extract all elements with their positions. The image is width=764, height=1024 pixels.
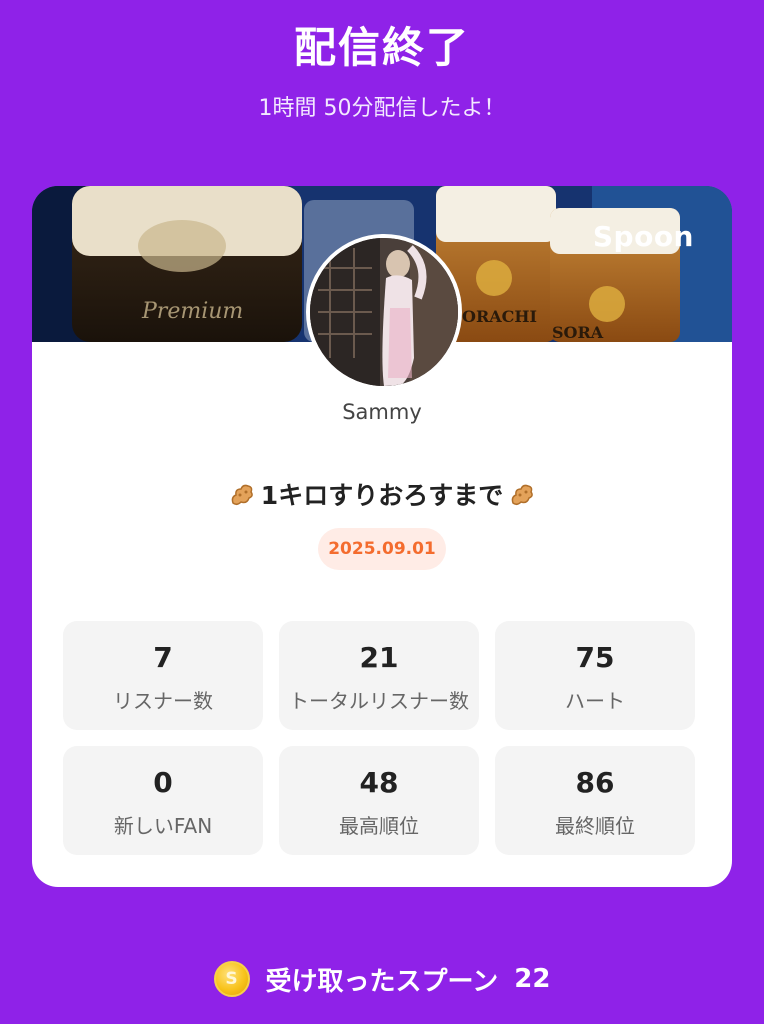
spoon-coin-icon: S xyxy=(213,961,250,997)
stat-label: 新しいFAN xyxy=(113,814,213,838)
broadcast-end-screen: 配信終了 1時間 50分配信したよ！ Premium ORACHI SORA S… xyxy=(0,0,764,1024)
live-title: 1キロすりおろすまで xyxy=(32,476,732,512)
stat-listeners: 7 リスナー数 xyxy=(63,621,263,730)
stat-hearts: 75 ハート xyxy=(495,621,695,730)
stat-value: 0 xyxy=(153,766,173,799)
stat-value: 21 xyxy=(359,641,399,674)
stat-value: 75 xyxy=(575,641,615,674)
stat-label: ハート xyxy=(565,689,625,713)
live-title-text: 1キロすりおろすまで xyxy=(260,481,504,510)
stat-label: トータルリスナー数 xyxy=(289,689,469,713)
page-title: 配信終了 xyxy=(293,23,470,72)
svg-text:ORACHI: ORACHI xyxy=(462,307,537,326)
stat-label: 最高順位 xyxy=(339,814,419,838)
spoon-logo: Spoon xyxy=(592,220,694,253)
stat-label: リスナー数 xyxy=(113,689,213,713)
stat-final-rank: 86 最終順位 xyxy=(495,746,695,855)
username: Sammy xyxy=(342,400,422,424)
avatar xyxy=(306,234,462,390)
stat-value: 7 xyxy=(153,641,173,674)
ginger-icon xyxy=(227,479,257,509)
stat-total-listeners: 21 トータルリスナー数 xyxy=(279,621,479,730)
received-spoons-count: 22 xyxy=(514,964,551,994)
stat-value: 86 xyxy=(575,766,615,799)
svg-text:Premium: Premium xyxy=(141,299,243,324)
ginger-icon xyxy=(507,479,537,509)
broadcast-date: 2025.09.01 xyxy=(318,528,446,570)
received-spoons: S 受け取ったスプーン 22 xyxy=(0,956,764,1002)
broadcast-summary-card: Premium ORACHI SORA Spoon Sammy 1キロすりおろす… xyxy=(32,186,732,887)
stat-label: 最終順位 xyxy=(555,814,635,838)
svg-text:SORA: SORA xyxy=(552,323,604,342)
avatar-photo xyxy=(310,238,458,386)
stat-new-fans: 0 新しいFAN xyxy=(63,746,263,855)
broadcast-duration: 1時間 50分配信したよ！ xyxy=(258,96,506,121)
received-spoons-label: 受け取ったスプーン xyxy=(265,966,499,997)
stat-value: 48 xyxy=(359,766,399,799)
stat-highest-rank: 48 最高順位 xyxy=(279,746,479,855)
